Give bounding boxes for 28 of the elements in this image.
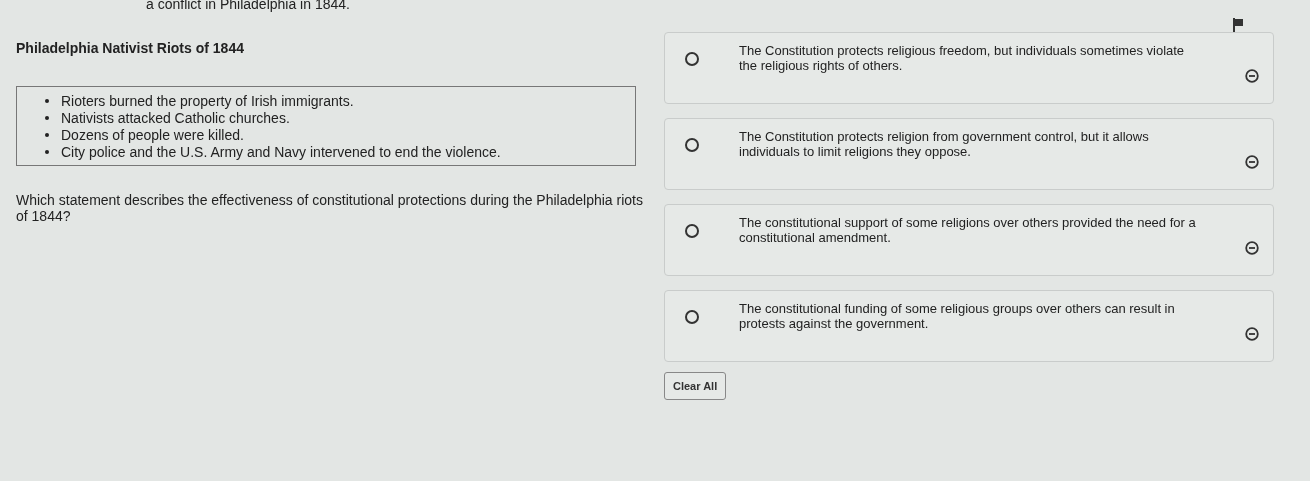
eliminate-icon[interactable] [1245,155,1259,169]
option-text: The constitutional support of some religions over others provided the need for a constitutional amendment. [739,215,1197,245]
eliminate-icon[interactable] [1245,69,1259,83]
question-text: Which statement describes the effectiveness of constitutional protections during the Philadelphia riots of 1844? [16,192,644,224]
answer-option[interactable]: The Constitution protects religion from government control, but it allows individuals to limit religions they oppose. [664,118,1274,190]
clear-all-button[interactable]: Clear All [664,372,727,400]
bullet-icon [45,149,49,154]
bullet-icon [45,115,49,120]
option-text: The Constitution protects religion from government control, but it allows individuals to limit religions they oppose. [739,129,1150,159]
bullet-text: Rioters burned the property of Irish immigrants. [61,92,354,109]
answer-option[interactable]: The Constitution protects religious freedom, but individuals sometimes violate the religious rights of others. [664,32,1274,104]
radio-button[interactable] [685,52,699,66]
flag-icon[interactable] [1232,18,1244,32]
bullet-text: City police and the U.S. Army and Navy intervened to end the violence. [61,143,501,160]
eliminate-icon[interactable] [1245,327,1259,341]
radio-button[interactable] [685,138,699,152]
option-text: The constitutional funding of some religious groups over others can result in protests against the government. [739,301,1176,331]
bullet-text: Nativists attacked Catholic churches. [61,109,290,126]
answer-option[interactable]: The constitutional support of some religions over others provided the need for a constitutional amendment. [664,204,1274,276]
eliminate-icon[interactable] [1245,241,1259,255]
radio-button[interactable] [685,224,699,238]
option-text: The Constitution protects religious freedom, but individuals sometimes violate the religious rights of others. [739,43,1186,73]
bullet-icon [45,98,49,103]
bullet-icon [45,132,49,137]
source-title: Philadelphia Nativist Riots of 1844 [16,40,245,56]
bullet-text: Dozens of people were killed. [61,126,244,143]
answer-option[interactable]: The constitutional funding of some religious groups over others can result in protests against the government. [664,290,1274,362]
radio-button[interactable] [685,310,699,324]
